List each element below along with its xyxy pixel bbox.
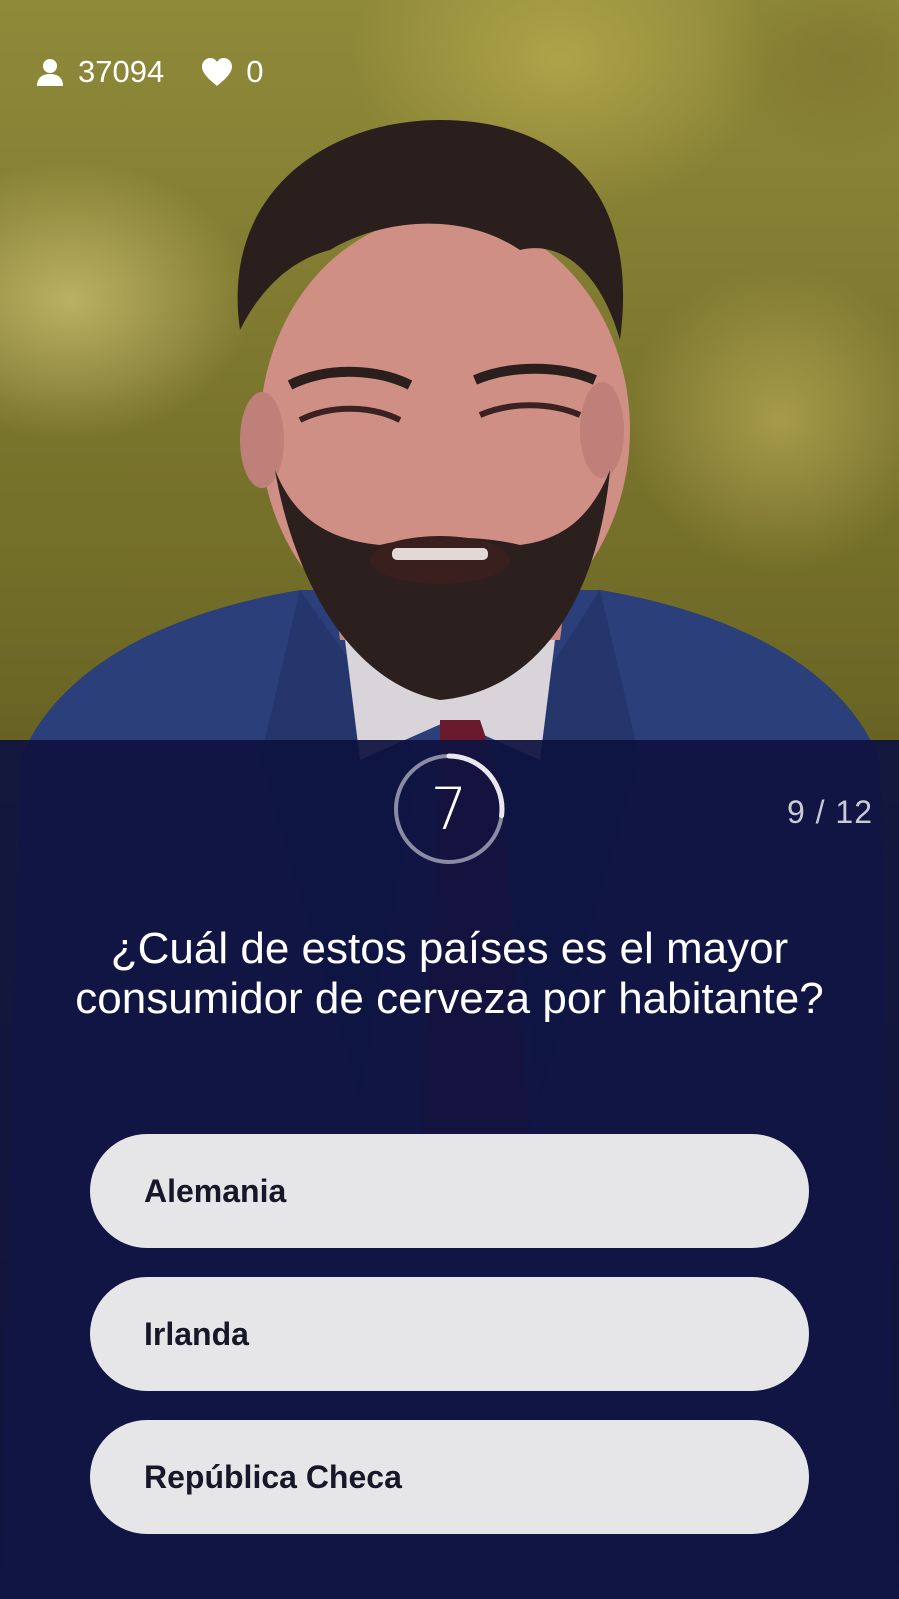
question-counter: 9 / 12 bbox=[786, 794, 873, 830]
viewer-count-value: 37094 bbox=[78, 54, 165, 89]
heart-icon bbox=[200, 57, 234, 87]
live-quiz-screen: 37094 0 7 9 / 12 ¿Cuál de estos países e… bbox=[0, 0, 899, 1599]
answer-list: Alemania Irlanda República Checa bbox=[90, 1134, 809, 1563]
answer-option-2[interactable]: Irlanda bbox=[90, 1277, 809, 1391]
countdown-timer: 7 bbox=[392, 752, 506, 866]
heart-count-value: 0 bbox=[246, 54, 264, 89]
viewer-count: 37094 bbox=[34, 54, 164, 90]
answer-option-1[interactable]: Alemania bbox=[90, 1134, 809, 1248]
answer-option-3[interactable]: República Checa bbox=[90, 1420, 809, 1534]
person-icon bbox=[34, 56, 66, 88]
question-text: ¿Cuál de estos países es el mayor consum… bbox=[75, 924, 824, 1023]
live-stats: 37094 0 bbox=[34, 52, 299, 92]
timer-value: 7 bbox=[430, 775, 468, 843]
heart-count: 0 bbox=[200, 54, 263, 90]
